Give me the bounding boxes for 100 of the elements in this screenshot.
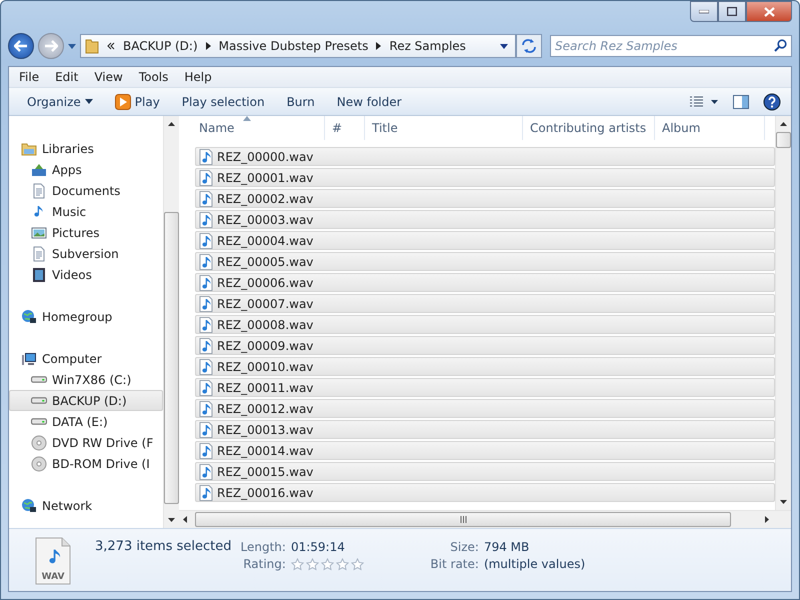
drive-icon bbox=[31, 376, 47, 383]
file-row[interactable]: REZ_00000.wav bbox=[195, 147, 775, 166]
disc-icon bbox=[31, 434, 47, 450]
file-row[interactable]: REZ_00012.wav bbox=[195, 399, 775, 418]
maximize-button[interactable] bbox=[718, 1, 746, 22]
column-header[interactable]: Name bbox=[179, 116, 325, 140]
audio-file-icon bbox=[199, 254, 213, 270]
file-row[interactable]: REZ_00004.wav bbox=[195, 231, 775, 250]
file-row[interactable]: REZ_00005.wav bbox=[195, 252, 775, 271]
nav-item[interactable]: Videos bbox=[9, 264, 163, 285]
scroll-down-icon[interactable] bbox=[168, 518, 175, 522]
file-row[interactable]: REZ_00008.wav bbox=[195, 315, 775, 334]
menu-item[interactable]: File bbox=[11, 70, 48, 84]
nav-item[interactable]: BD-ROM Drive (I bbox=[9, 453, 163, 474]
breadcrumb[interactable]: BACKUP (D:) bbox=[123, 39, 198, 53]
audio-file-icon bbox=[199, 212, 213, 228]
nav-item[interactable]: Win7X86 (C:) bbox=[9, 369, 163, 390]
back-button[interactable] bbox=[8, 33, 34, 59]
help-icon[interactable] bbox=[763, 92, 781, 110]
nav-item[interactable]: Subversion bbox=[9, 243, 163, 264]
file-row[interactable]: REZ_00009.wav bbox=[195, 336, 775, 355]
nav-item[interactable]: Network bbox=[9, 495, 163, 516]
film-icon bbox=[31, 266, 47, 282]
nav-item[interactable]: Computer bbox=[9, 348, 163, 369]
file-row[interactable]: REZ_00007.wav bbox=[195, 294, 775, 313]
rating-stars[interactable] bbox=[290, 558, 364, 570]
search-field[interactable]: Search Rez Samples bbox=[550, 35, 792, 57]
star-icon bbox=[290, 558, 304, 570]
scroll-up-icon[interactable] bbox=[780, 122, 787, 126]
toolbar-button[interactable]: Play selection bbox=[170, 94, 276, 108]
nav-item[interactable]: DATA (E:) bbox=[9, 411, 163, 432]
horizontal-scrollbar[interactable] bbox=[179, 510, 791, 528]
menu-item[interactable]: Edit bbox=[47, 70, 86, 84]
file-row[interactable]: REZ_00014.wav bbox=[195, 441, 775, 460]
scrollbar-thumb[interactable] bbox=[776, 132, 791, 148]
audio-file-icon bbox=[199, 380, 213, 396]
nav-item[interactable]: BACKUP (D:) bbox=[9, 390, 163, 411]
breadcrumb[interactable]: Rez Samples bbox=[389, 39, 466, 53]
toolbar-button[interactable]: Burn bbox=[276, 94, 326, 108]
toolbar-button[interactable]: New folder bbox=[326, 94, 413, 108]
nav-item[interactable]: DVD RW Drive (F bbox=[9, 432, 163, 453]
file-row[interactable]: REZ_00006.wav bbox=[195, 273, 775, 292]
menu-item[interactable]: View bbox=[86, 70, 131, 84]
refresh-button[interactable] bbox=[516, 34, 542, 58]
minimize-button[interactable] bbox=[690, 1, 718, 22]
column-header[interactable]: Contributing artists bbox=[523, 116, 655, 140]
nav-item[interactable]: Apps bbox=[9, 159, 163, 180]
toolbar-button[interactable]: Play bbox=[104, 94, 171, 110]
file-row[interactable]: REZ_00010.wav bbox=[195, 357, 775, 376]
chevron-icon[interactable] bbox=[376, 42, 382, 50]
property-value: 794 MB bbox=[484, 540, 530, 554]
scroll-down-icon[interactable] bbox=[780, 500, 787, 504]
preview-pane-icon[interactable] bbox=[733, 94, 749, 108]
file-row[interactable]: REZ_00013.wav bbox=[195, 420, 775, 439]
search-icon bbox=[774, 39, 787, 52]
view-options-icon[interactable] bbox=[689, 96, 719, 108]
globe-icon bbox=[21, 308, 37, 324]
column-header[interactable]: # bbox=[325, 116, 365, 140]
menu-item[interactable]: Help bbox=[176, 70, 220, 84]
file-row[interactable]: REZ_00002.wav bbox=[195, 189, 775, 208]
property-label: Bit rate: bbox=[429, 557, 479, 571]
nav-item[interactable]: Documents bbox=[9, 180, 163, 201]
nav-item[interactable]: Libraries bbox=[9, 138, 163, 159]
computer-icon bbox=[21, 350, 37, 366]
folder-icon bbox=[85, 38, 99, 54]
chevron-icon[interactable] bbox=[206, 42, 211, 50]
caret-icon bbox=[84, 99, 93, 104]
column-header[interactable]: Title bbox=[365, 116, 523, 140]
scrollbar[interactable] bbox=[775, 116, 791, 510]
scroll-up-icon[interactable] bbox=[168, 122, 175, 126]
play-icon bbox=[114, 94, 131, 110]
document-icon bbox=[31, 182, 47, 198]
file-row[interactable]: REZ_00003.wav bbox=[195, 210, 775, 229]
file-row[interactable]: REZ_00011.wav bbox=[195, 378, 775, 397]
scrollbar[interactable] bbox=[163, 116, 179, 528]
close-button[interactable] bbox=[746, 1, 792, 22]
double-chevron-icon[interactable] bbox=[107, 42, 115, 50]
star-icon bbox=[336, 558, 349, 570]
scrollbar-thumb[interactable] bbox=[164, 212, 179, 504]
scroll-left-icon[interactable] bbox=[183, 516, 187, 523]
audio-file-icon bbox=[199, 274, 213, 290]
toolbar-button[interactable]: Organize bbox=[19, 94, 104, 108]
scroll-right-icon[interactable] bbox=[765, 516, 769, 523]
breadcrumb[interactable]: Massive Dubstep Presets bbox=[218, 39, 368, 53]
file-row[interactable]: REZ_00015.wav bbox=[195, 462, 775, 481]
column-header[interactable]: Album bbox=[655, 116, 765, 140]
property-value: 01:59:14 bbox=[290, 540, 346, 554]
address-bar[interactable]: BACKUP (D:) Massive Dubstep Presets Rez Samples bbox=[80, 34, 516, 58]
property-label: Length: bbox=[240, 540, 286, 554]
audio-file-icon bbox=[199, 190, 213, 206]
nav-item[interactable]: Music bbox=[9, 201, 163, 222]
grip-icon bbox=[460, 516, 466, 523]
document-icon bbox=[31, 246, 47, 262]
dropdown-arrow-icon[interactable] bbox=[68, 44, 76, 48]
file-row[interactable]: REZ_00016.wav bbox=[195, 483, 775, 502]
selection-summary: 3,273 items selected bbox=[95, 539, 232, 554]
menu-item[interactable]: Tools bbox=[130, 70, 176, 84]
file-row[interactable]: REZ_00001.wav bbox=[195, 168, 775, 187]
nav-item[interactable]: Pictures bbox=[9, 222, 163, 243]
nav-item[interactable]: Homegroup bbox=[9, 306, 163, 327]
